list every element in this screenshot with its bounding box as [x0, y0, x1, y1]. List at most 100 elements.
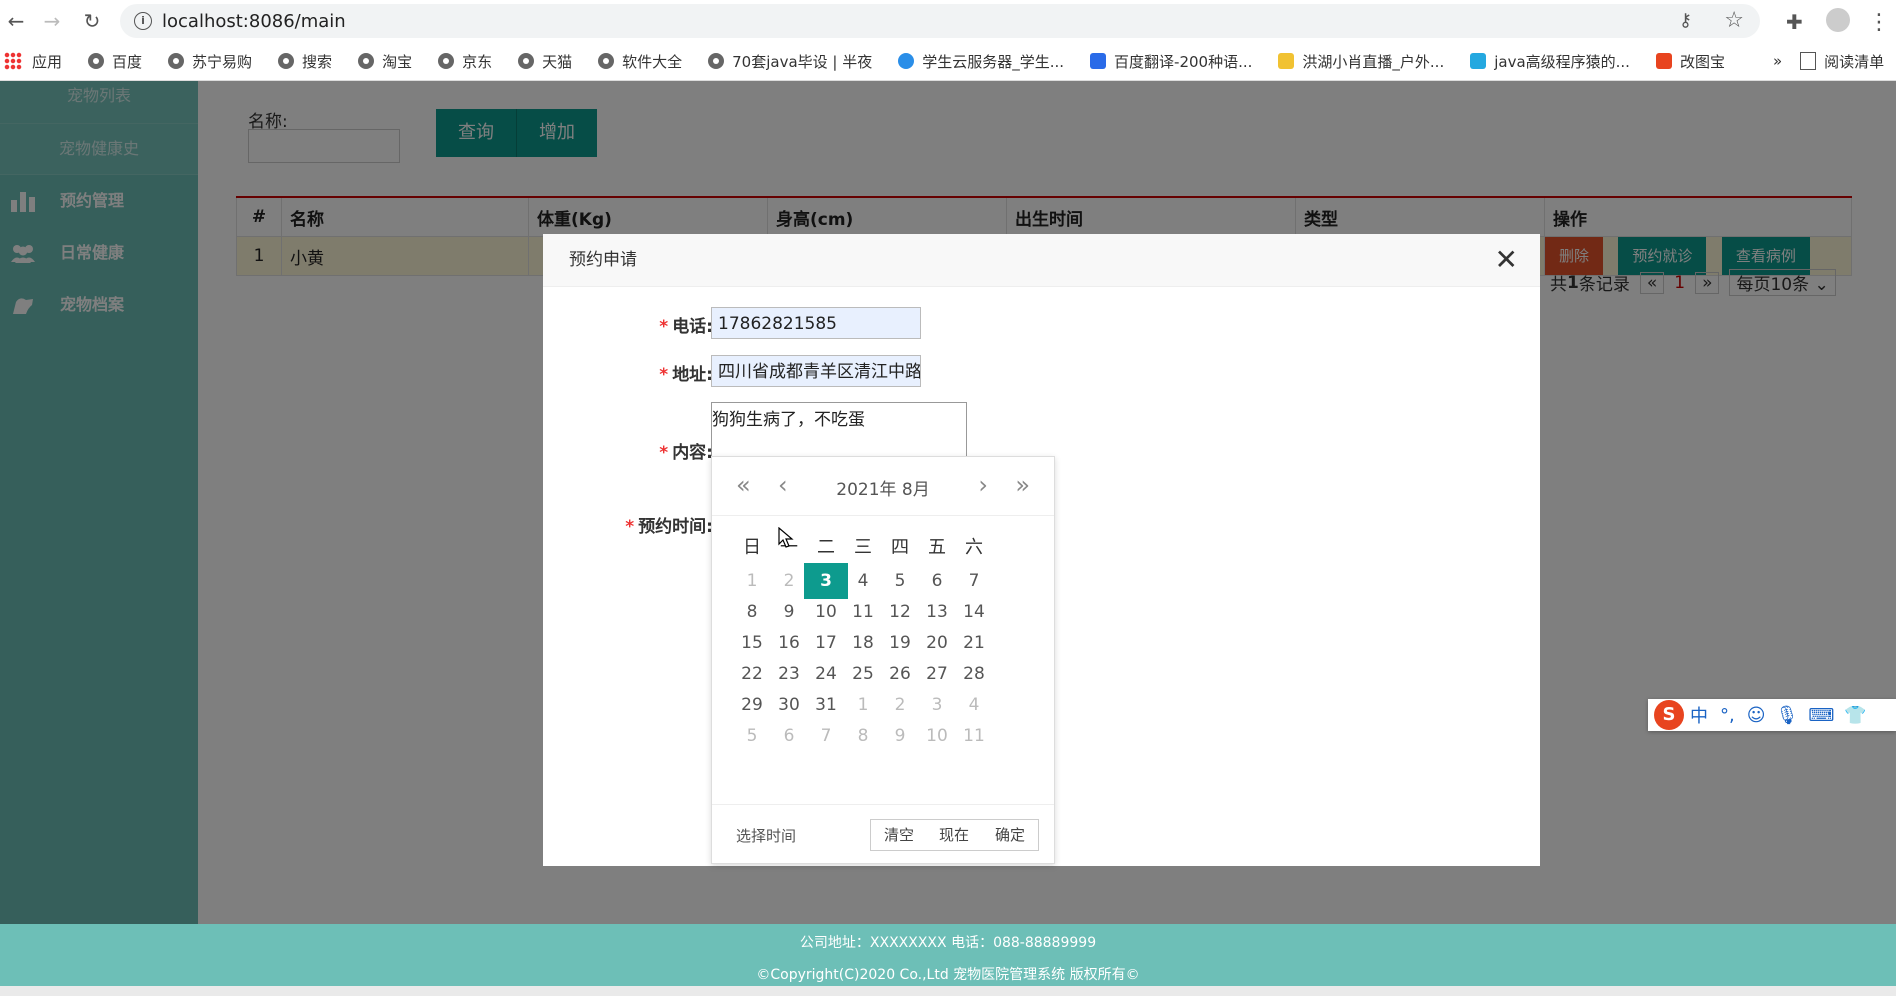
next-month-icon[interactable]: ›: [978, 473, 988, 497]
ime-mode[interactable]: 中: [1690, 702, 1708, 728]
skin-icon[interactable]: 👕: [1844, 705, 1866, 726]
globe-icon: [708, 53, 725, 69]
label-text: 预约时间:: [638, 517, 713, 537]
footer-address: 公司地址：XXXXXXXX 电话：088-88889999: [799, 935, 1097, 951]
bookmark-label: 百度翻译-200种语...: [1114, 52, 1253, 71]
os-taskbar: [0, 986, 1896, 996]
bookmark-label: 洪湖小肖直播_户外...: [1302, 52, 1445, 71]
clear-button[interactable]: 清空: [870, 819, 928, 851]
globe-icon: [438, 53, 455, 69]
sogou-logo-icon: S: [1654, 700, 1684, 730]
profile-avatar[interactable]: [1826, 8, 1850, 32]
star-icon[interactable]: ☆: [1724, 8, 1744, 33]
emoji-icon[interactable]: ☺: [1747, 705, 1766, 726]
more-chevron-icon: »: [1772, 52, 1783, 70]
bookmark-item[interactable]: 百度: [88, 51, 142, 72]
phone-label: * 电话:: [563, 312, 713, 337]
bilibili-icon: [1470, 53, 1487, 69]
footer-copyright: ©Copyright(C)2020 Co.,Ltd 宠物医院管理系统 版权所有©: [756, 967, 1140, 983]
weekday-label: 三: [854, 537, 872, 558]
page-footer: 公司地址：XXXXXXXX 电话：088-88889999 ©Copyright…: [0, 924, 1896, 986]
appointment-time-label: * 预约时间:: [563, 512, 713, 537]
date-picker-header: « ‹ 2021年 8月 › »: [712, 457, 1054, 516]
cloud-icon: [898, 53, 915, 69]
confirm-button[interactable]: 确定: [982, 819, 1039, 851]
now-button[interactable]: 现在: [926, 819, 983, 851]
bookmark-item[interactable]: 天猫: [518, 51, 572, 72]
extensions-icon[interactable]: ✚: [1786, 10, 1803, 34]
bookmark-label: 淘宝: [382, 52, 413, 71]
phone-input[interactable]: 17862821585: [711, 307, 921, 339]
punctuation-icon[interactable]: °,: [1720, 705, 1735, 726]
label-text: 内容:: [672, 443, 713, 463]
weekday-label: 四: [891, 537, 909, 558]
bookmark-label: 天猫: [542, 52, 573, 71]
globe-icon: [88, 53, 105, 69]
url-text: localhost:8086/main: [162, 11, 346, 32]
required-mark: *: [659, 365, 669, 385]
content-label: * 内容:: [563, 438, 713, 463]
globe-icon: [358, 53, 375, 69]
mic-icon[interactable]: 🎙: [1776, 705, 1799, 726]
bookmark-label: 京东: [462, 52, 493, 71]
bookmark-item[interactable]: 软件大全: [598, 51, 682, 72]
bookmark-item[interactable]: java高级程序猿的...: [1470, 51, 1630, 72]
required-mark: *: [659, 317, 669, 337]
globe-icon: [598, 53, 615, 69]
bookmark-item[interactable]: 苏宁易购: [168, 51, 252, 72]
site-info-icon[interactable]: i: [134, 12, 152, 30]
close-icon[interactable]: ✕: [1495, 246, 1518, 274]
mouse-cursor-icon: [778, 527, 794, 548]
content-textarea[interactable]: 狗狗生病了，不吃蛋: [711, 402, 967, 458]
globe-icon: [278, 53, 295, 69]
label-text: 电话:: [672, 317, 713, 337]
date-picker-footer: 选择时间 清空 现在 确定: [712, 804, 1054, 863]
ime-toolbar: S 中 °, ☺ 🎙 ⌨ 👕: [1648, 699, 1896, 731]
bookmark-item[interactable]: 百度翻译-200种语...: [1090, 51, 1252, 72]
globe-icon: [518, 53, 535, 69]
reload-icon[interactable]: ↻: [80, 9, 104, 33]
menu-icon[interactable]: ⋮: [1868, 10, 1890, 35]
translate-icon: [1090, 53, 1107, 69]
reading-list-icon: [1800, 52, 1817, 70]
bookmark-item[interactable]: 搜索: [278, 51, 332, 72]
bookmark-label: 学生云服务器_学生...: [922, 52, 1065, 71]
weekday-label: 六: [965, 537, 983, 558]
bookmark-item[interactable]: 70套java毕设 | 半夜: [708, 51, 872, 72]
bookmark-label: 70套java毕设 | 半夜: [732, 52, 873, 71]
key-icon[interactable]: ⚷: [1679, 10, 1692, 31]
back-icon[interactable]: ←: [4, 9, 28, 33]
bookmark-label: 软件大全: [622, 52, 683, 71]
bookmark-label: 苏宁易购: [192, 52, 253, 71]
bookmark-item[interactable]: 淘宝: [358, 51, 412, 72]
dialog-title: 预约申请: [543, 234, 1540, 287]
reading-list-label: 阅读清单: [1824, 52, 1885, 71]
bookmark-item[interactable]: 洪湖小肖直播_户外...: [1278, 51, 1444, 72]
bookmark-item[interactable]: 改图宝: [1655, 51, 1725, 72]
required-mark: *: [625, 517, 635, 537]
next-year-icon[interactable]: »: [1015, 473, 1030, 497]
required-mark: *: [659, 443, 669, 463]
keyboard-icon[interactable]: ⌨: [1808, 705, 1834, 726]
bookmark-apps[interactable]: 应用: [4, 51, 62, 72]
select-time-link[interactable]: 选择时间: [736, 825, 796, 846]
bookmark-label: 应用: [32, 52, 63, 71]
bookmark-label: 搜索: [302, 52, 333, 71]
reading-list[interactable]: 阅读清单: [1800, 51, 1884, 72]
bookmark-item[interactable]: 学生云服务器_学生...: [898, 51, 1064, 72]
browser-toolbar: ← → ↻ i localhost:8086/main ⚷ ☆ ✚ ⋮: [0, 0, 1896, 42]
bookmark-item[interactable]: 京东: [438, 51, 492, 72]
address-label: * 地址:: [563, 360, 713, 385]
bookmarks-more[interactable]: »: [1773, 52, 1782, 70]
address-bar[interactable]: i localhost:8086/main ⚷ ☆: [120, 4, 1760, 38]
globe-icon: [168, 53, 185, 69]
address-input[interactable]: 四川省成都青羊区清江中路40号: [711, 355, 921, 387]
year-month-label[interactable]: 2021年 8月: [712, 475, 1054, 500]
weekday-label: 五: [928, 537, 946, 558]
date-picker: « ‹ 2021年 8月 › » 日一二三四五六 1 2 3 4 5 6 7 8 9 10 11 12…: [711, 456, 1055, 864]
calendar-day[interactable]: 11: [952, 718, 996, 754]
bookmark-label: 改图宝: [1679, 52, 1725, 71]
live-icon: [1278, 53, 1295, 69]
forward-icon[interactable]: →: [40, 9, 64, 33]
weekday-label: 二: [817, 537, 835, 558]
